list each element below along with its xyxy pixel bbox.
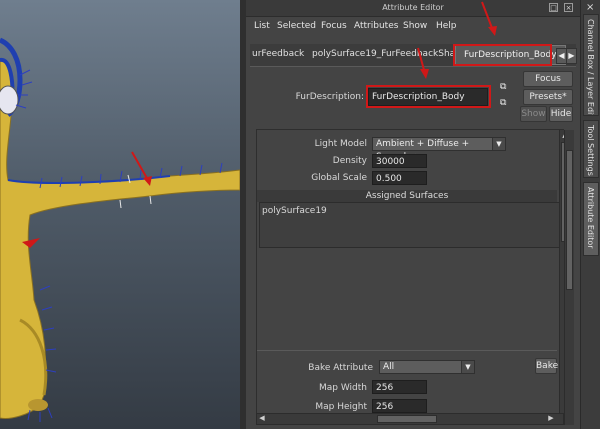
dock-close-icon[interactable]: ×: [586, 2, 594, 13]
density-field[interactable]: 30000: [372, 154, 427, 168]
tab-channel-box-layer-editor[interactable]: Channel Box / Layer Editor: [583, 14, 599, 116]
light-model-dropdown[interactable]: Ambient + Diffuse + Specular ▼: [372, 137, 506, 162]
highlight-box-field: [366, 85, 491, 108]
presets-button[interactable]: Presets*: [523, 89, 573, 105]
tab-label: Channel Box / Layer Editor: [586, 19, 595, 116]
assigned-surfaces-list[interactable]: polySurface19: [259, 202, 561, 248]
density-label: Density: [332, 156, 367, 166]
output-connection-icon[interactable]: ⧉: [500, 98, 506, 108]
section-divider: [257, 350, 557, 351]
global-scale-field[interactable]: 0.500: [372, 171, 427, 185]
tab-scroll-right-icon[interactable]: ▶: [566, 48, 577, 64]
chevron-down-icon: ▼: [492, 138, 505, 150]
menu-list[interactable]: List: [254, 21, 270, 31]
menubar: List Selected Focus Attributes Show Help: [246, 18, 580, 36]
menu-attributes[interactable]: Attributes: [354, 21, 398, 31]
editor-scrollbar[interactable]: [564, 130, 574, 425]
tab-label: Attribute Editor: [586, 187, 595, 249]
global-scale-label: Global Scale: [311, 173, 367, 183]
close-icon[interactable]: ×: [564, 3, 573, 12]
light-model-label: Light Model: [314, 139, 367, 149]
chevron-down-icon: ▼: [461, 361, 474, 373]
right-dock-tabs: × Channel Box / Layer Editor Tool Settin…: [580, 0, 600, 429]
highlight-box-tab: [453, 44, 552, 66]
horizontal-scrollbar[interactable]: ◀ ▶: [256, 413, 564, 425]
scroll-right-icon[interactable]: ▶: [547, 414, 555, 422]
map-height-field[interactable]: 256: [372, 399, 427, 413]
map-width-field[interactable]: 256: [372, 380, 427, 394]
map-height-label: Map Height: [315, 402, 367, 412]
attribute-editor-panel: Attribute Editor □ × List Selected Focus…: [246, 0, 580, 429]
bake-attribute-value: All: [383, 362, 395, 372]
node-name-label: FurDescription:: [295, 92, 364, 102]
tab-attribute-editor[interactable]: Attribute Editor: [583, 182, 599, 256]
attribute-scroll-area: Light Model Ambient + Diffuse + Specular…: [256, 129, 570, 416]
bake-attribute-dropdown[interactable]: All ▼: [379, 360, 475, 374]
window-titlebar: Attribute Editor □ ×: [246, 0, 580, 17]
3d-viewport[interactable]: [0, 0, 240, 429]
list-item[interactable]: polySurface19: [262, 206, 327, 216]
bake-attribute-label: Bake Attribute: [308, 363, 373, 373]
map-width-label: Map Width: [318, 383, 367, 393]
tab-polysurface-fur-feedback-shape[interactable]: polySurface19_FurFeedbackShape: [312, 49, 466, 59]
scrollbar-thumb[interactable]: [566, 150, 573, 290]
tab-fur-feedback[interactable]: urFeedback: [252, 49, 304, 59]
input-connection-icon[interactable]: ⧉: [500, 82, 506, 92]
hide-button[interactable]: Hide: [549, 106, 573, 122]
window-title: Attribute Editor: [382, 3, 444, 12]
assigned-surfaces-header: Assigned Surfaces: [257, 190, 557, 202]
menu-show[interactable]: Show: [403, 21, 427, 31]
menu-focus[interactable]: Focus: [321, 21, 347, 31]
focus-button[interactable]: Focus: [523, 71, 573, 87]
tab-label: Tool Settings: [586, 125, 595, 176]
menu-help[interactable]: Help: [436, 21, 457, 31]
maximize-icon[interactable]: □: [549, 3, 558, 12]
fur-character-render: [0, 37, 240, 422]
menu-selected[interactable]: Selected: [277, 21, 316, 31]
bake-button[interactable]: Bake: [535, 358, 558, 374]
annotation-arrow: [481, 1, 497, 36]
show-button[interactable]: Show: [520, 106, 547, 122]
annotation-arrow: [417, 47, 429, 79]
tab-tool-settings[interactable]: Tool Settings: [583, 120, 599, 178]
scroll-left-icon[interactable]: ◀: [258, 414, 266, 422]
scrollbar-thumb[interactable]: [377, 415, 437, 423]
